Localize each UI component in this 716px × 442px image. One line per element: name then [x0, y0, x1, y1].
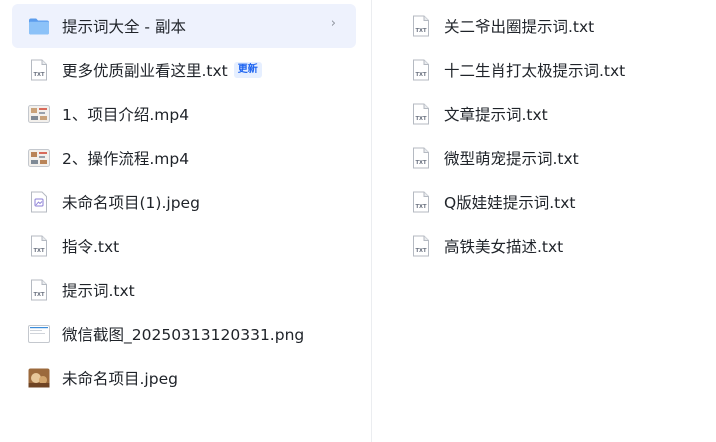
file-name: 高铁美女描述.txt	[444, 238, 564, 256]
left-file-column: 提示词大全 - 副本 › TXT 更多优质副业看这里.txt 更新 1、项目介绍.mp4 2…	[12, 4, 356, 400]
right-file-item[interactable]: TXT Q版娃娃提示词.txt	[394, 180, 704, 224]
chevron-right-icon[interactable]: ›	[331, 16, 336, 31]
left-file-item[interactable]: 微信截图_20250313120331.png	[12, 312, 356, 356]
file-name: 提示词.txt	[62, 282, 135, 300]
file-browser: 提示词大全 - 副本 › TXT 更多优质副业看这里.txt 更新 1、项目介绍.mp4 2…	[0, 0, 716, 442]
svg-text:TXT: TXT	[415, 248, 427, 254]
video-thumbnail-icon	[28, 103, 50, 125]
file-name: 十二生肖打太极提示词.txt	[444, 62, 626, 80]
folder-icon	[28, 15, 50, 37]
updated-badge: 更新	[233, 62, 262, 78]
svg-text:TXT: TXT	[415, 72, 427, 78]
svg-text:TXT: TXT	[33, 248, 45, 254]
right-file-item[interactable]: TXT 高铁美女描述.txt	[394, 224, 704, 268]
left-file-item[interactable]: TXT 更多优质副业看这里.txt 更新	[12, 48, 356, 92]
txt-file-icon: TXT	[410, 15, 432, 37]
image-file-icon	[28, 191, 50, 213]
txt-file-icon: TXT	[410, 191, 432, 213]
txt-file-icon: TXT	[28, 279, 50, 301]
photo-thumbnail-icon	[28, 367, 50, 389]
svg-text:TXT: TXT	[415, 116, 427, 122]
left-file-item[interactable]: 2、操作流程.mp4	[12, 136, 356, 180]
screenshot-thumbnail-icon	[28, 323, 50, 345]
file-name: 关二爷出圈提示词.txt	[444, 18, 595, 36]
file-name: 未命名项目.jpeg	[62, 370, 178, 388]
left-file-item[interactable]: 提示词大全 - 副本 ›	[12, 4, 356, 48]
right-file-item[interactable]: TXT 关二爷出圈提示词.txt	[394, 4, 704, 48]
right-file-item[interactable]: TXT 十二生肖打太极提示词.txt	[394, 48, 704, 92]
file-name: 未命名项目(1).jpeg	[62, 194, 200, 212]
svg-text:TXT: TXT	[415, 160, 427, 166]
left-file-item[interactable]: 未命名项目(1).jpeg	[12, 180, 356, 224]
file-name: 提示词大全 - 副本	[62, 18, 186, 36]
file-name: 2、操作流程.mp4	[62, 150, 190, 168]
txt-file-icon: TXT	[28, 235, 50, 257]
svg-text:TXT: TXT	[33, 72, 45, 78]
left-file-item[interactable]: TXT 提示词.txt	[12, 268, 356, 312]
svg-text:TXT: TXT	[415, 204, 427, 210]
txt-file-icon: TXT	[410, 103, 432, 125]
file-name: 微信截图_20250313120331.png	[62, 326, 305, 344]
left-file-item[interactable]: 1、项目介绍.mp4	[12, 92, 356, 136]
file-name: 指令.txt	[62, 238, 120, 256]
txt-file-icon: TXT	[28, 59, 50, 81]
file-name: Q版娃娃提示词.txt	[444, 194, 576, 212]
file-name: 更多优质副业看这里.txt	[62, 62, 228, 80]
txt-file-icon: TXT	[410, 59, 432, 81]
right-file-item[interactable]: TXT 文章提示词.txt	[394, 92, 704, 136]
file-name: 微型萌宠提示词.txt	[444, 150, 579, 168]
txt-file-icon: TXT	[410, 147, 432, 169]
file-name: 文章提示词.txt	[444, 106, 548, 124]
svg-text:TXT: TXT	[33, 292, 45, 298]
right-file-column: TXT 关二爷出圈提示词.txt TXT 十二生肖打太极提示词.txt TXT 文章提示词…	[394, 4, 704, 268]
right-file-item[interactable]: TXT 微型萌宠提示词.txt	[394, 136, 704, 180]
svg-text:TXT: TXT	[415, 28, 427, 34]
column-divider[interactable]	[371, 0, 372, 442]
video-thumbnail-icon	[28, 147, 50, 169]
txt-file-icon: TXT	[410, 235, 432, 257]
file-name: 1、项目介绍.mp4	[62, 106, 190, 124]
left-file-item[interactable]: TXT 指令.txt	[12, 224, 356, 268]
left-file-item[interactable]: 未命名项目.jpeg	[12, 356, 356, 400]
